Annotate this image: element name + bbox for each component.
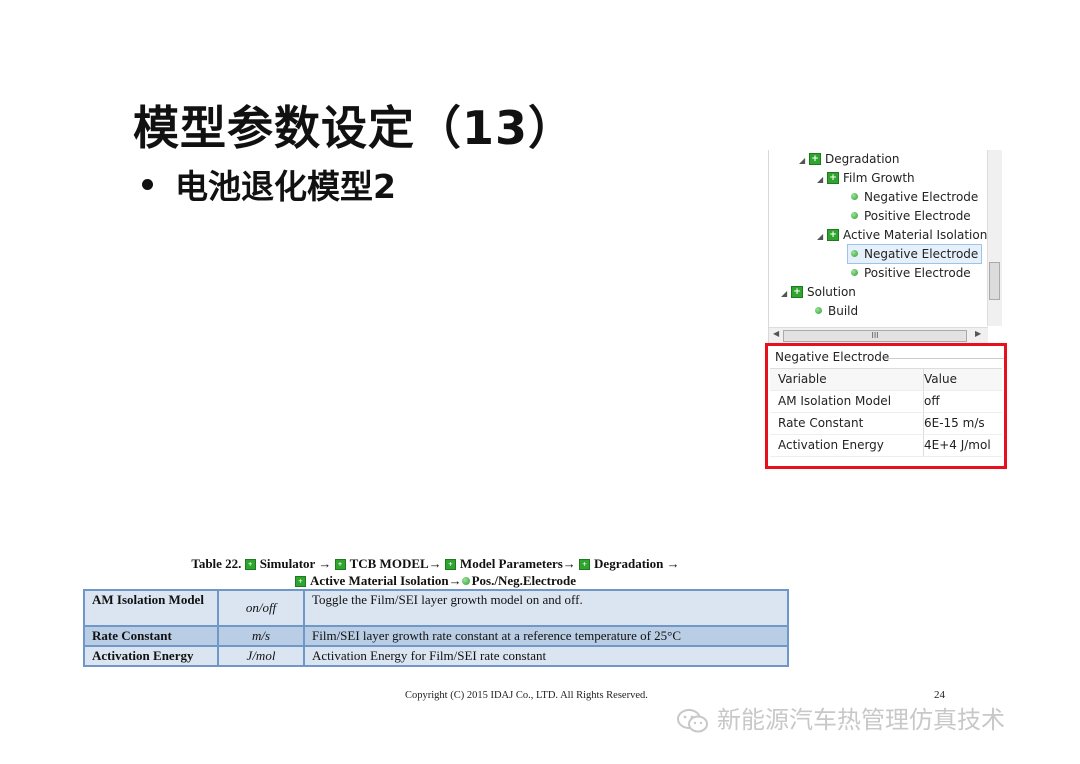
plus-folder-icon: + <box>244 558 256 570</box>
bullet-dot <box>142 179 153 190</box>
green-dot-icon <box>851 269 858 276</box>
tree-node-film-growth[interactable]: ◢ + Film Growth <box>817 169 915 187</box>
bullet-text: 电池退化模型2 <box>175 167 396 206</box>
tree-node-solution[interactable]: ◢ + Solution <box>781 283 856 301</box>
tree-node-label: Solution <box>807 285 856 299</box>
property-panel: Negative Electrode Variable Value AM Iso… <box>765 343 1007 469</box>
property-row[interactable]: Activation Energy 4E+4 J/mol <box>770 435 1002 457</box>
tree-node-active-material-isolation[interactable]: ◢ + Active Material Isolation <box>817 226 987 244</box>
caption-path-item: TCB MODEL→ <box>349 556 442 571</box>
param-unit: m/s <box>217 625 305 647</box>
scroll-right-arrow-icon[interactable]: ▶ <box>975 329 981 338</box>
collapse-arrow-icon[interactable]: ◢ <box>781 285 791 303</box>
tree-node-label: Active Material Isolation <box>843 228 988 242</box>
caption-path-item: Pos./Neg.Electrode <box>471 573 577 588</box>
plus-folder-icon: + <box>791 285 803 298</box>
property-grid: Variable Value AM Isolation Model off Ra… <box>770 368 1002 457</box>
caption-path-item: Simulator → <box>259 556 332 571</box>
collapse-arrow-icon[interactable]: ◢ <box>817 171 827 189</box>
param-description: Film/SEI layer growth rate constant at a… <box>303 625 789 647</box>
watermark: 新能源汽车热管理仿真技术 <box>675 700 1005 735</box>
model-tree-panel: ◢ + Degradation ◢ + Film Growth Negative Ele… <box>768 150 1002 343</box>
plus-folder-icon: + <box>827 228 839 241</box>
property-name: Activation Energy <box>778 438 884 452</box>
tree-vertical-scrollbar[interactable] <box>987 150 1002 326</box>
caption-prefix: Table 22. <box>191 556 242 571</box>
param-name: Rate Constant <box>83 625 219 647</box>
tree-node-label: Build <box>828 304 859 318</box>
green-dot-icon <box>461 577 470 586</box>
copyright-text: Copyright (C) 2015 IDAJ Co., LTD. All Ri… <box>405 690 648 701</box>
property-value[interactable]: 6E-15 m/s <box>923 413 985 434</box>
collapse-arrow-icon[interactable]: ◢ <box>817 228 827 246</box>
tree-node-ami-negative-electrode[interactable]: Negative Electrode <box>847 244 983 264</box>
param-unit: on/off <box>217 589 305 627</box>
tree-horizontal-scroll-thumb[interactable]: III <box>783 330 967 342</box>
group-divider <box>884 358 1004 359</box>
slide-title: 模型参数设定（13） <box>133 101 576 155</box>
watermark-text: 新能源汽车热管理仿真技术 <box>717 706 1005 734</box>
property-value[interactable]: 4E+4 J/mol <box>923 435 991 456</box>
green-dot-icon <box>815 307 822 314</box>
tree-node-label: Negative Electrode <box>864 247 979 261</box>
green-dot-icon <box>851 250 858 257</box>
tree-vertical-scroll-thumb[interactable] <box>989 262 1000 300</box>
property-row[interactable]: Rate Constant 6E-15 m/s <box>770 413 1002 435</box>
table-row: Rate Constant m/s Film/SEI layer growth … <box>83 625 789 647</box>
param-description: Activation Energy for Film/SEI rate cons… <box>303 645 789 667</box>
green-dot-icon <box>851 212 858 219</box>
tree-horizontal-scrollbar[interactable]: ◀ III ▶ <box>769 327 988 343</box>
column-header-value: Value <box>923 369 957 390</box>
tree-node-label: Film Growth <box>843 171 915 185</box>
tree-node-film-positive-electrode[interactable]: Positive Electrode <box>851 207 971 225</box>
property-grid-header: Variable Value <box>770 368 1002 391</box>
tree-node-label: Negative Electrode <box>864 190 979 204</box>
param-name: Activation Energy <box>83 645 219 667</box>
parameter-table: AM Isolation Model on/off Toggle the Fil… <box>83 589 789 667</box>
caption-path-item: Active Material Isolation→ <box>309 573 462 588</box>
tree-node-ami-positive-electrode[interactable]: Positive Electrode <box>851 264 971 282</box>
wechat-icon <box>677 709 708 733</box>
param-unit: J/mol <box>217 645 305 667</box>
scroll-left-arrow-icon[interactable]: ◀ <box>773 329 779 338</box>
green-dot-icon <box>851 193 858 200</box>
property-name: AM Isolation Model <box>778 394 892 408</box>
plus-folder-icon: + <box>334 558 346 570</box>
caption-path-item: Model Parameters→ <box>459 556 576 571</box>
tree-node-label: Positive Electrode <box>864 209 971 223</box>
table-caption-line2: + Active Material Isolation→ Pos./Neg.Elec… <box>84 573 787 589</box>
tree-node-build[interactable]: Build <box>815 302 858 320</box>
plus-folder-icon: + <box>579 558 591 570</box>
slide-bullet: 电池退化模型2 <box>142 160 396 208</box>
caption-path-item: Degradation → <box>594 556 680 571</box>
plus-folder-icon: + <box>444 558 456 570</box>
plus-folder-icon: + <box>809 152 821 165</box>
property-row[interactable]: AM Isolation Model off <box>770 391 1002 413</box>
param-name: AM Isolation Model <box>83 589 219 627</box>
tree-node-degradation[interactable]: ◢ + Degradation <box>799 150 899 168</box>
table-caption-line1: Table 22. + Simulator → + TCB MODEL→ + Mode… <box>84 556 787 572</box>
tree-node-label: Positive Electrode <box>864 266 971 280</box>
plus-folder-icon: + <box>827 171 839 184</box>
param-description: Toggle the Film/SEI layer growth model o… <box>303 589 789 627</box>
property-group-title: Negative Electrode <box>775 350 890 364</box>
plus-folder-icon: + <box>294 575 306 587</box>
column-header-variable: Variable <box>778 372 827 386</box>
property-name: Rate Constant <box>778 416 864 430</box>
property-value[interactable]: off <box>923 391 940 412</box>
table-row: Activation Energy J/mol Activation Energ… <box>83 645 789 667</box>
tree-node-label: Degradation <box>825 152 900 166</box>
collapse-arrow-icon[interactable]: ◢ <box>799 152 809 170</box>
table-row: AM Isolation Model on/off Toggle the Fil… <box>83 589 789 627</box>
tree-node-film-negative-electrode[interactable]: Negative Electrode <box>851 188 978 206</box>
